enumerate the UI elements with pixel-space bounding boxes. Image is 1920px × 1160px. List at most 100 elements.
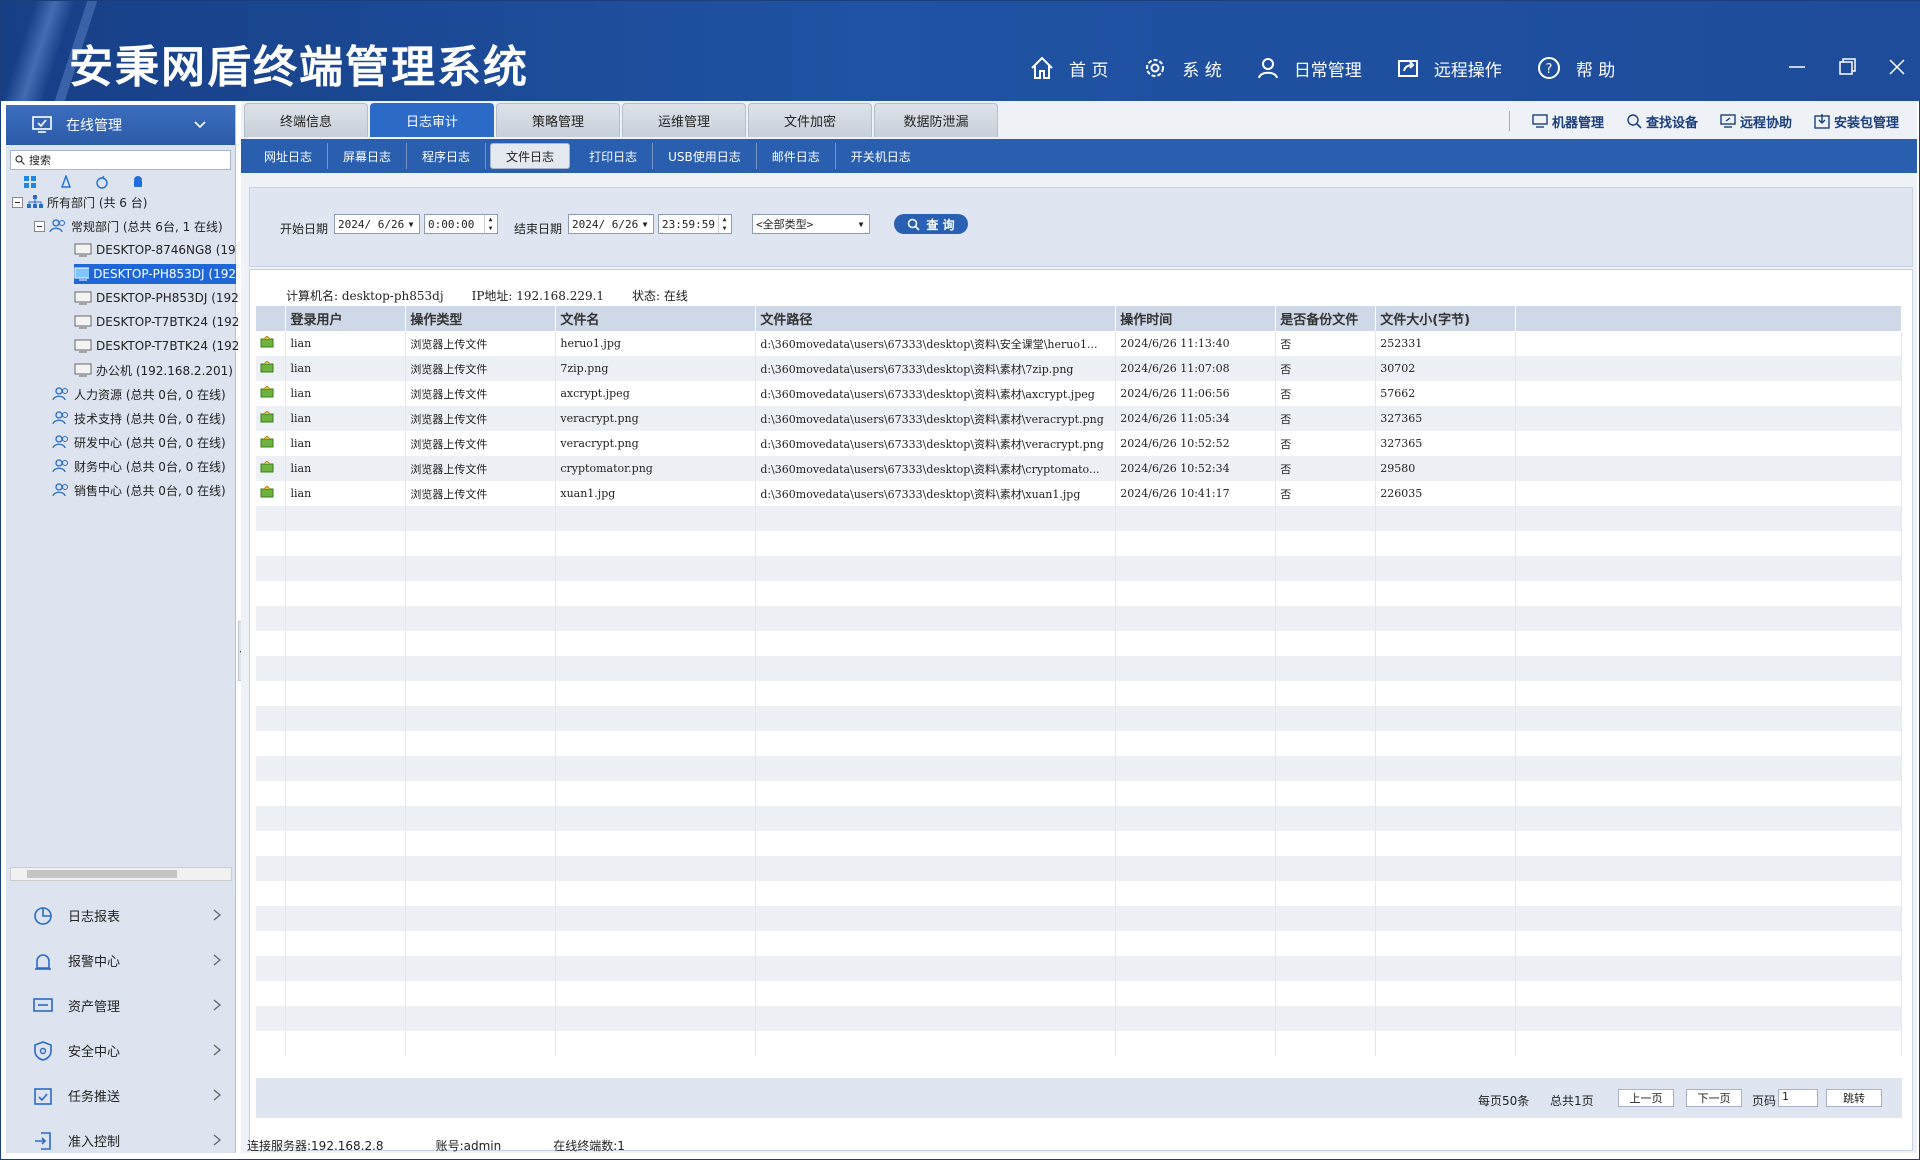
table-row[interactable] bbox=[256, 781, 1902, 806]
menu-security[interactable]: 安全中心 bbox=[6, 1028, 236, 1073]
column-header[interactable] bbox=[256, 306, 287, 331]
android-icon[interactable] bbox=[124, 173, 152, 191]
menu-task-push[interactable]: 任务推送 bbox=[6, 1073, 236, 1118]
tree-computer[interactable]: DESKTOP-T7BTK24 (192 bbox=[74, 312, 239, 332]
subtab-usb-log[interactable]: USB使用日志 bbox=[653, 143, 757, 169]
tree-dept[interactable]: 人力资源 (总共 0台, 0 在线) bbox=[52, 384, 226, 404]
table-row[interactable]: lian 浏览器上传文件 7zip.png d:\360movedata\users\… bbox=[256, 356, 1902, 381]
tree-root[interactable]: 所有部门 (共 6 台) bbox=[12, 192, 147, 212]
table-row[interactable] bbox=[256, 931, 1902, 956]
table-row[interactable]: lian 浏览器上传文件 cryptomator.png d:\360movedata… bbox=[256, 456, 1902, 481]
tree-dept[interactable]: 销售中心 (总共 0台, 0 在线) bbox=[52, 480, 226, 500]
subtab-screen-log[interactable]: 屏幕日志 bbox=[328, 143, 408, 169]
find-device-button[interactable]: 查找设备 bbox=[1626, 111, 1698, 131]
tree-computer-selected[interactable]: DESKTOP-PH853DJ (192 bbox=[74, 264, 236, 284]
machine-manage-button[interactable]: 机器管理 bbox=[1532, 111, 1604, 131]
remote-assist-button[interactable]: 远程协助 bbox=[1720, 111, 1792, 131]
tab-dlp[interactable]: 数据防泄漏 bbox=[874, 103, 998, 137]
type-select[interactable]: <全部类型> ▼ bbox=[752, 214, 870, 234]
table-row[interactable] bbox=[256, 706, 1902, 731]
table-row[interactable] bbox=[256, 981, 1902, 1006]
table-row[interactable] bbox=[256, 1031, 1902, 1056]
windows-icon[interactable] bbox=[16, 173, 44, 191]
table-row[interactable] bbox=[256, 906, 1902, 931]
start-date-picker[interactable]: 2024/ 6/26 ▼ bbox=[334, 214, 420, 234]
collapse-icon[interactable] bbox=[12, 196, 23, 208]
table-row[interactable] bbox=[256, 606, 1902, 631]
minimize-icon[interactable] bbox=[1785, 55, 1809, 79]
linux-icon[interactable] bbox=[52, 173, 80, 191]
tree-computer[interactable]: 办公机 (192.168.2.201) bbox=[74, 360, 233, 380]
nav-home[interactable]: 首 页 bbox=[1029, 55, 1108, 81]
next-page-button[interactable]: 下一页 bbox=[1686, 1089, 1742, 1107]
spinner-icon[interactable]: ▲ ▼ bbox=[718, 215, 730, 233]
end-date-picker[interactable]: 2024/ 6/26 ▼ bbox=[568, 214, 654, 234]
subtab-url-log[interactable]: 网址日志 bbox=[249, 143, 329, 169]
table-row[interactable] bbox=[256, 556, 1902, 581]
table-row[interactable] bbox=[256, 756, 1902, 781]
column-header[interactable]: 登录用户 bbox=[285, 306, 407, 331]
table-row[interactable]: lian 浏览器上传文件 axcrypt.jpeg d:\360movedata\us… bbox=[256, 381, 1902, 406]
nav-daily[interactable]: 日常管理 bbox=[1256, 56, 1362, 81]
menu-log-report[interactable]: 日志报表 bbox=[6, 893, 236, 938]
table-row[interactable] bbox=[256, 731, 1902, 756]
subtab-print-log[interactable]: 打印日志 bbox=[574, 143, 654, 169]
table-row[interactable]: lian 浏览器上传文件 xuan1.jpg d:\360movedata\users… bbox=[256, 481, 1902, 506]
menu-alarm[interactable]: 报警中心 bbox=[6, 938, 236, 983]
start-time-field[interactable]: 0:00:00 ▲ ▼ bbox=[424, 214, 498, 234]
tree-computer[interactable]: DESKTOP-8746NG8 (19 bbox=[74, 240, 236, 260]
file-log-table[interactable]: 登录用户 操作类型 文件名 文件路径 操作时间 是否备份文件 文件大小(字节) … bbox=[256, 306, 1902, 1071]
tab-policy[interactable]: 策略管理 bbox=[496, 103, 620, 137]
sidebar-header[interactable]: 在线管理 bbox=[6, 105, 235, 145]
prev-page-button[interactable]: 上一页 bbox=[1618, 1089, 1674, 1107]
table-row[interactable] bbox=[256, 856, 1902, 881]
apple-icon[interactable] bbox=[88, 173, 116, 191]
tree-computer[interactable]: DESKTOP-T7BTK24 (192 bbox=[74, 336, 239, 356]
table-row[interactable] bbox=[256, 681, 1902, 706]
tree-scrollbar[interactable] bbox=[10, 867, 232, 881]
end-time-field[interactable]: 23:59:59 ▲ ▼ bbox=[658, 214, 732, 234]
table-row[interactable] bbox=[256, 956, 1902, 981]
install-package-button[interactable]: 安装包管理 bbox=[1814, 111, 1899, 131]
table-row[interactable] bbox=[256, 656, 1902, 681]
nav-system[interactable]: 系 统 bbox=[1142, 55, 1222, 81]
tab-ops[interactable]: 运维管理 bbox=[622, 103, 746, 137]
tree-dept[interactable]: 研发中心 (总共 0台, 0 在线) bbox=[52, 432, 226, 452]
scrollbar-thumb[interactable] bbox=[27, 870, 177, 878]
subtab-file-log[interactable]: 文件日志 bbox=[490, 143, 571, 169]
restore-icon[interactable] bbox=[1835, 55, 1859, 79]
column-header[interactable]: 文件大小(字节) bbox=[1375, 306, 1517, 331]
tab-terminal-info[interactable]: 终端信息 bbox=[244, 103, 368, 137]
tree-dept[interactable]: 技术支持 (总共 0台, 0 在线) bbox=[52, 408, 226, 428]
chevron-down-icon[interactable] bbox=[193, 117, 207, 131]
nav-help[interactable]: ? 帮 助 bbox=[1536, 55, 1615, 81]
column-header[interactable]: 文件路径 bbox=[755, 306, 1117, 331]
column-header[interactable]: 操作时间 bbox=[1115, 306, 1277, 331]
table-row[interactable] bbox=[256, 806, 1902, 831]
table-row[interactable] bbox=[256, 881, 1902, 906]
table-row[interactable]: lian 浏览器上传文件 veracrypt.png d:\360movedata\u… bbox=[256, 431, 1902, 456]
menu-assets[interactable]: 资产管理 bbox=[6, 983, 236, 1028]
tree-computer[interactable]: DESKTOP-PH853DJ (192 bbox=[74, 288, 239, 308]
close-icon[interactable] bbox=[1885, 55, 1909, 79]
tree-dept[interactable]: 财务中心 (总共 0台, 0 在线) bbox=[52, 456, 226, 476]
tab-log-audit[interactable]: 日志审计 bbox=[370, 103, 494, 137]
menu-access-control[interactable]: 准入控制 bbox=[6, 1118, 236, 1160]
subtab-power-log[interactable]: 开关机日志 bbox=[836, 143, 926, 169]
page-number-input[interactable]: 1 bbox=[1778, 1089, 1818, 1107]
nav-remote[interactable]: 远程操作 bbox=[1396, 56, 1502, 81]
table-row[interactable] bbox=[256, 531, 1902, 556]
spinner-icon[interactable]: ▲ ▼ bbox=[484, 215, 496, 233]
table-row[interactable] bbox=[256, 506, 1902, 531]
jump-button[interactable]: 跳转 bbox=[1826, 1089, 1882, 1107]
column-header[interactable]: 文件名 bbox=[555, 306, 757, 331]
table-row[interactable] bbox=[256, 831, 1902, 856]
table-row[interactable] bbox=[256, 581, 1902, 606]
table-row[interactable] bbox=[256, 1006, 1902, 1031]
collapse-icon[interactable] bbox=[34, 220, 45, 232]
dropdown-arrow-icon[interactable]: ▼ bbox=[404, 216, 418, 232]
table-row[interactable] bbox=[256, 631, 1902, 656]
dropdown-arrow-icon[interactable]: ▼ bbox=[638, 216, 652, 232]
column-header[interactable]: 是否备份文件 bbox=[1275, 306, 1377, 331]
search-input[interactable]: 搜索 bbox=[10, 150, 231, 170]
